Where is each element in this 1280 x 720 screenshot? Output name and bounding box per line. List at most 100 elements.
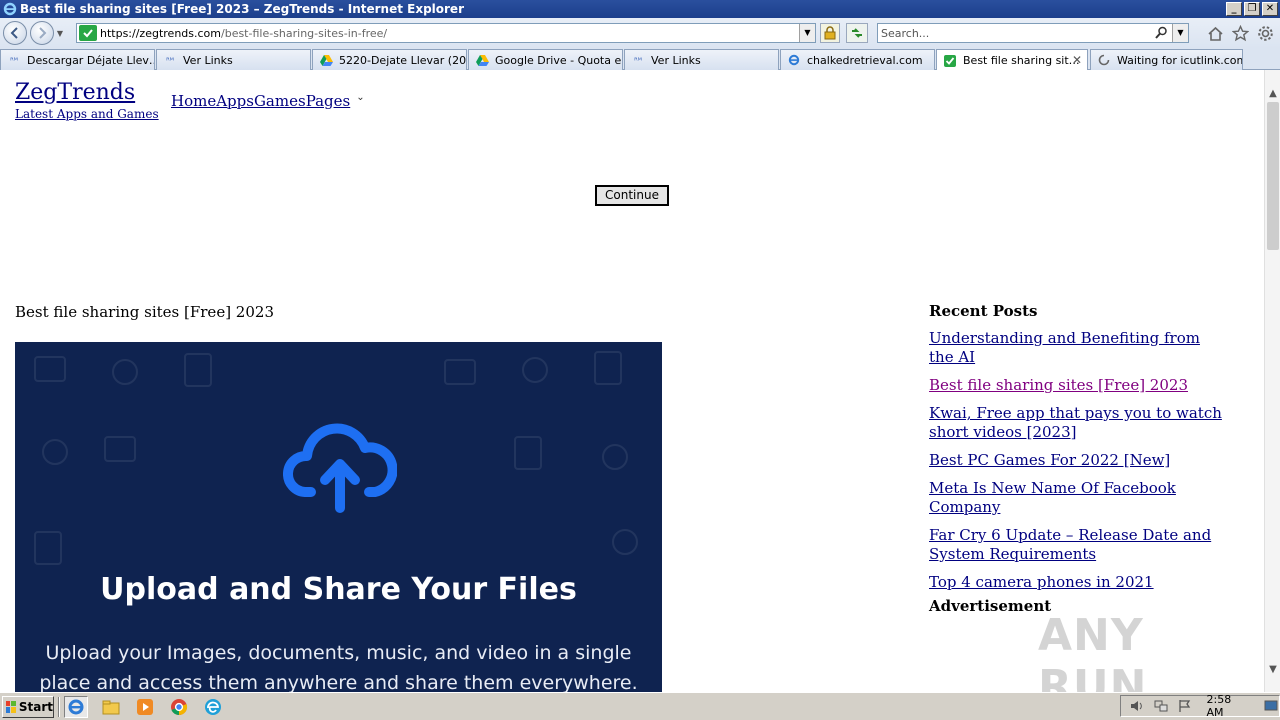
- lock-icon[interactable]: [820, 23, 840, 43]
- url-host: https://zegtrends.com: [100, 26, 221, 40]
- close-button[interactable]: ✕: [1262, 2, 1278, 16]
- sidebar: Recent Posts Understanding and Benefitin…: [929, 302, 1229, 601]
- volume-icon[interactable]: [1129, 699, 1145, 713]
- cloud-upload-icon: [283, 423, 397, 513]
- back-button[interactable]: [3, 21, 27, 45]
- recent-post-link[interactable]: Best PC Games For 2022 [New]: [929, 451, 1229, 470]
- window-title-bar: Best file sharing sites [Free] 2023 – Ze…: [0, 0, 1280, 18]
- security-shield-icon: [79, 25, 97, 41]
- action-center-flag-icon[interactable]: [1177, 699, 1193, 713]
- recent-post-link[interactable]: Meta Is New Name Of Facebook Company: [929, 479, 1229, 517]
- restore-button[interactable]: ❐: [1244, 2, 1260, 16]
- url-path: /best-file-sharing-sites-in-free/: [221, 26, 388, 40]
- windows-logo-icon: [6, 700, 16, 713]
- nav-home[interactable]: Home: [171, 92, 216, 110]
- internet-explorer-icon: [2, 1, 18, 17]
- tab-label: Waiting for icutlink.com: [1117, 53, 1243, 67]
- system-tray: 2:58 AM: [1120, 693, 1280, 719]
- taskbar: Start 2:58 AM: [0, 692, 1280, 720]
- address-bar[interactable]: https://zegtrends.com/best-file-sharing-…: [76, 23, 816, 43]
- show-desktop-icon[interactable]: [1263, 699, 1279, 713]
- recent-post-link[interactable]: Best file sharing sites [Free] 2023: [929, 376, 1229, 395]
- search-icon[interactable]: [1155, 26, 1168, 42]
- gear-icon[interactable]: [1257, 25, 1274, 42]
- tab-label: Ver Links: [183, 53, 233, 67]
- chevron-down-icon[interactable]: ⌄: [356, 92, 364, 110]
- vertical-scrollbar[interactable]: ▲ ▼: [1264, 70, 1280, 692]
- rm-icon: ᴿᴹ: [634, 55, 642, 65]
- refresh-icon: [852, 28, 862, 38]
- featured-image: Upload and Share Your Files Upload your …: [15, 342, 662, 692]
- post-title: Best file sharing sites [Free] 2023: [15, 303, 274, 321]
- media-player-icon[interactable]: [134, 696, 156, 718]
- site-title-link[interactable]: ZegTrends: [15, 80, 135, 105]
- refresh-button[interactable]: [846, 23, 868, 43]
- tab-label: Google Drive - Quota e…: [495, 53, 623, 67]
- tab-ver-links-2[interactable]: ᴿᴹ Ver Links: [624, 49, 779, 70]
- taskbar-clock[interactable]: 2:58 AM: [1206, 693, 1251, 719]
- recent-posts-heading: Recent Posts: [929, 302, 1038, 320]
- rm-icon: ᴿᴹ: [10, 55, 18, 65]
- advertisement-heading: Advertisement: [929, 597, 1052, 615]
- tab-ver-links[interactable]: ᴿᴹ Ver Links: [156, 49, 311, 70]
- tab-google-drive-file[interactable]: 5220-Dejate Llevar (20…: [312, 49, 467, 70]
- scrollbar-thumb[interactable]: [1267, 102, 1279, 250]
- start-button[interactable]: Start: [2, 695, 54, 718]
- hero-title: Upload and Share Your Files: [100, 572, 577, 607]
- shield-icon: [943, 54, 957, 67]
- recent-post-link[interactable]: Understanding and Benefiting from the AI: [929, 329, 1229, 367]
- continue-button[interactable]: Continue: [595, 185, 669, 206]
- tab-chalkedretrieval[interactable]: chalkedretrieval.com: [780, 49, 935, 70]
- tab-best-file-sharing[interactable]: Best file sharing sit… ✕: [936, 49, 1088, 71]
- hero-subtitle: Upload your Images, documents, music, an…: [39, 642, 638, 692]
- google-drive-icon: [319, 54, 333, 66]
- address-dropdown-icon[interactable]: ▼: [799, 24, 815, 42]
- start-label: Start: [18, 699, 53, 714]
- main-nav: Home Apps Games Pages ⌄: [171, 92, 365, 110]
- home-icon[interactable]: [1207, 25, 1224, 42]
- taskbar-separator: [58, 696, 60, 717]
- google-drive-icon: [475, 54, 489, 66]
- search-box[interactable]: Search... ▼: [877, 23, 1189, 43]
- favorites-star-icon[interactable]: [1232, 25, 1249, 42]
- close-tab-icon[interactable]: ✕: [1072, 53, 1082, 67]
- search-dropdown-icon[interactable]: ▼: [1172, 24, 1188, 42]
- scroll-up-icon[interactable]: ▲: [1265, 86, 1280, 102]
- tab-label: 5220-Dejate Llevar (20…: [339, 53, 467, 67]
- anyrun-watermark: ANY RUN: [1038, 610, 1148, 692]
- nav-pages[interactable]: Pages: [306, 92, 351, 110]
- edge-icon[interactable]: [202, 696, 224, 718]
- site-tagline-link[interactable]: Latest Apps and Games: [15, 107, 159, 121]
- recent-post-link[interactable]: Top 4 camera phones in 2021: [929, 573, 1229, 592]
- tab-label: Ver Links: [651, 53, 701, 67]
- recent-posts-list: Understanding and Benefiting from the AI…: [929, 329, 1229, 592]
- tab-label: Best file sharing sit…: [963, 54, 1080, 67]
- recent-post-link[interactable]: Kwai, Free app that pays you to watch sh…: [929, 404, 1229, 442]
- tab-label: Descargar Déjate Llev…: [27, 53, 155, 67]
- tab-waiting-icutlink[interactable]: Waiting for icutlink.com: [1090, 49, 1243, 70]
- tab-label: chalkedretrieval.com: [807, 53, 923, 67]
- history-dropdown-icon[interactable]: ▼: [54, 29, 66, 38]
- tab-google-drive-quota[interactable]: Google Drive - Quota e…: [468, 49, 623, 70]
- recent-post-link[interactable]: Far Cry 6 Update – Release Date and Syst…: [929, 526, 1229, 564]
- window-title: Best file sharing sites [Free] 2023 – Ze…: [20, 2, 464, 16]
- navigation-bar: ▼ https://zegtrends.com/best-file-sharin…: [0, 18, 1280, 48]
- ie-icon: [787, 54, 801, 66]
- rm-icon: ᴿᴹ: [166, 55, 174, 65]
- forward-arrow-icon: [39, 27, 47, 39]
- loading-icon: [1097, 54, 1111, 66]
- minimize-button[interactable]: _: [1226, 2, 1242, 16]
- scroll-down-icon[interactable]: ▼: [1265, 662, 1280, 678]
- file-explorer-icon[interactable]: [100, 696, 122, 718]
- chrome-icon[interactable]: [168, 696, 190, 718]
- back-arrow-icon: [10, 27, 18, 39]
- tab-strip: ᴿᴹ Descargar Déjate Llev… ᴿᴹ Ver Links 5…: [0, 48, 1280, 71]
- page-viewport: ZegTrends Latest Apps and Games Home Apps…: [0, 70, 1264, 692]
- forward-button[interactable]: [30, 21, 54, 45]
- internet-explorer-taskbar-icon[interactable]: [64, 695, 88, 718]
- network-icon[interactable]: [1153, 699, 1169, 713]
- nav-games[interactable]: Games: [254, 92, 306, 110]
- search-placeholder: Search...: [881, 26, 930, 40]
- tab-descargar[interactable]: ᴿᴹ Descargar Déjate Llev…: [0, 49, 155, 70]
- nav-apps[interactable]: Apps: [216, 92, 254, 110]
